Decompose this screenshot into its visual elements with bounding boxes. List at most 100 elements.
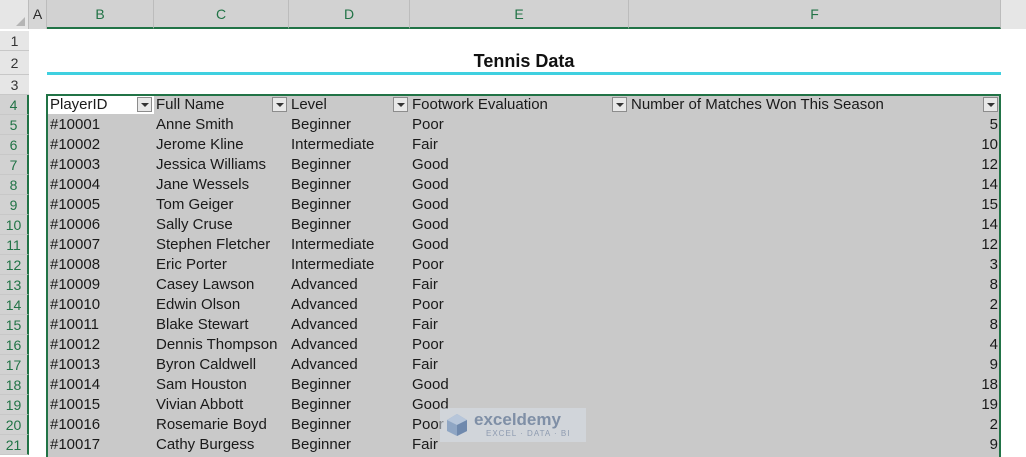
cell-level[interactable]: Beginner	[291, 375, 408, 395]
cell-full-name[interactable]: Byron Caldwell	[156, 355, 287, 375]
cell-player-id[interactable]: #10007	[50, 235, 152, 255]
row-header-4[interactable]: 4	[0, 95, 29, 115]
cell-player-id[interactable]: #10014	[50, 375, 152, 395]
cell-player-id[interactable]: #10016	[50, 415, 152, 435]
filter-dropdown-icon[interactable]	[272, 97, 287, 112]
cell-footwork[interactable]: Good	[412, 375, 627, 395]
cell-footwork[interactable]: Fair	[412, 135, 627, 155]
cell-full-name[interactable]: Blake Stewart	[156, 315, 287, 335]
cell-full-name[interactable]: Casey Lawson	[156, 275, 287, 295]
cell-footwork[interactable]: Good	[412, 155, 627, 175]
row-header-5[interactable]: 5	[0, 115, 29, 135]
cell-level[interactable]: Advanced	[291, 355, 408, 375]
cell-level[interactable]: Beginner	[291, 395, 408, 415]
row-header-21[interactable]: 21	[0, 435, 29, 455]
row-header-15[interactable]: 15	[0, 315, 29, 335]
cell-player-id[interactable]: #10017	[50, 435, 152, 455]
cell-level[interactable]: Advanced	[291, 275, 408, 295]
cell-level[interactable]: Intermediate	[291, 135, 408, 155]
cell-matches-won[interactable]: 5	[631, 115, 998, 135]
filter-dropdown-icon[interactable]	[612, 97, 627, 112]
row-header-7[interactable]: 7	[0, 155, 29, 175]
cell-full-name[interactable]: Sally Cruse	[156, 215, 287, 235]
cell-player-id[interactable]: #10008	[50, 255, 152, 275]
select-all-corner[interactable]	[0, 0, 29, 29]
column-header-c[interactable]: C	[154, 0, 289, 29]
cell-full-name[interactable]: Tom Geiger	[156, 195, 287, 215]
cell-matches-won[interactable]: 12	[631, 155, 998, 175]
column-header-a[interactable]: A	[29, 0, 47, 29]
cell-full-name[interactable]: Sam Houston	[156, 375, 287, 395]
filter-dropdown-icon[interactable]	[137, 97, 152, 112]
header-level[interactable]: Level	[291, 95, 391, 115]
cell-full-name[interactable]: Eric Porter	[156, 255, 287, 275]
header-matches-won[interactable]: Number of Matches Won This Season	[631, 95, 971, 115]
cell-player-id[interactable]: #10013	[50, 355, 152, 375]
cell-footwork[interactable]: Poor	[412, 335, 627, 355]
row-header-16[interactable]: 16	[0, 335, 29, 355]
sheet-title[interactable]: Tennis Data	[47, 49, 1001, 73]
cell-footwork[interactable]: Good	[412, 235, 627, 255]
row-header-1[interactable]: 1	[0, 31, 29, 51]
row-header-11[interactable]: 11	[0, 235, 29, 255]
row-header-20[interactable]: 20	[0, 415, 29, 435]
cell-level[interactable]: Beginner	[291, 415, 408, 435]
column-header-f[interactable]: F	[629, 0, 1001, 29]
cell-level[interactable]: Beginner	[291, 195, 408, 215]
cell-player-id[interactable]: #10011	[50, 315, 152, 335]
cell-footwork[interactable]: Good	[412, 175, 627, 195]
cell-level[interactable]: Advanced	[291, 295, 408, 315]
column-header-d[interactable]: D	[289, 0, 410, 29]
cell-matches-won[interactable]: 8	[631, 315, 998, 335]
cell-footwork[interactable]: Fair	[412, 315, 627, 335]
cell-matches-won[interactable]: 9	[631, 435, 998, 455]
column-header-b[interactable]: B	[47, 0, 154, 29]
cell-player-id[interactable]: #10001	[50, 115, 152, 135]
cell-footwork[interactable]: Fair	[412, 355, 627, 375]
cell-level[interactable]: Beginner	[291, 155, 408, 175]
cell-player-id[interactable]: #10006	[50, 215, 152, 235]
cell-level[interactable]: Beginner	[291, 215, 408, 235]
row-header-19[interactable]: 19	[0, 395, 29, 415]
cell-matches-won[interactable]: 12	[631, 235, 998, 255]
cell-player-id[interactable]: #10002	[50, 135, 152, 155]
cell-full-name[interactable]: Anne Smith	[156, 115, 287, 135]
cell-footwork[interactable]: Poor	[412, 255, 627, 275]
cell-full-name[interactable]: Cathy Burgess	[156, 435, 287, 455]
cell-footwork[interactable]: Poor	[412, 115, 627, 135]
cell-matches-won[interactable]: 3	[631, 255, 998, 275]
cell-player-id[interactable]: #10009	[50, 275, 152, 295]
filter-dropdown-icon[interactable]	[393, 97, 408, 112]
cell-footwork[interactable]: Good	[412, 195, 627, 215]
cell-matches-won[interactable]: 14	[631, 175, 998, 195]
row-header-10[interactable]: 10	[0, 215, 29, 235]
cell-level[interactable]: Beginner	[291, 435, 408, 455]
cell-level[interactable]: Beginner	[291, 175, 408, 195]
row-header-3[interactable]: 3	[0, 75, 29, 95]
row-header-18[interactable]: 18	[0, 375, 29, 395]
row-header-17[interactable]: 17	[0, 355, 29, 375]
row-header-6[interactable]: 6	[0, 135, 29, 155]
cell-matches-won[interactable]: 10	[631, 135, 998, 155]
row-header-8[interactable]: 8	[0, 175, 29, 195]
row-header-14[interactable]: 14	[0, 295, 29, 315]
cell-matches-won[interactable]: 14	[631, 215, 998, 235]
cell-footwork[interactable]: Good	[412, 215, 627, 235]
cell-level[interactable]: Intermediate	[291, 235, 408, 255]
cell-matches-won[interactable]: 2	[631, 415, 998, 435]
cell-player-id[interactable]: #10010	[50, 295, 152, 315]
cell-player-id[interactable]: #10003	[50, 155, 152, 175]
cell-footwork[interactable]: Fair	[412, 275, 627, 295]
cell-full-name[interactable]: Dennis Thompson	[156, 335, 287, 355]
cell-matches-won[interactable]: 15	[631, 195, 998, 215]
cell-full-name[interactable]: Jane Wessels	[156, 175, 287, 195]
cell-footwork[interactable]: Poor	[412, 295, 627, 315]
cell-matches-won[interactable]: 19	[631, 395, 998, 415]
header-footwork[interactable]: Footwork Evaluation	[412, 95, 607, 115]
cell-full-name[interactable]: Jerome Kline	[156, 135, 287, 155]
cell-player-id[interactable]: #10005	[50, 195, 152, 215]
cell-matches-won[interactable]: 2	[631, 295, 998, 315]
cell-matches-won[interactable]: 8	[631, 275, 998, 295]
cell-full-name[interactable]: Edwin Olson	[156, 295, 287, 315]
cell-matches-won[interactable]: 4	[631, 335, 998, 355]
